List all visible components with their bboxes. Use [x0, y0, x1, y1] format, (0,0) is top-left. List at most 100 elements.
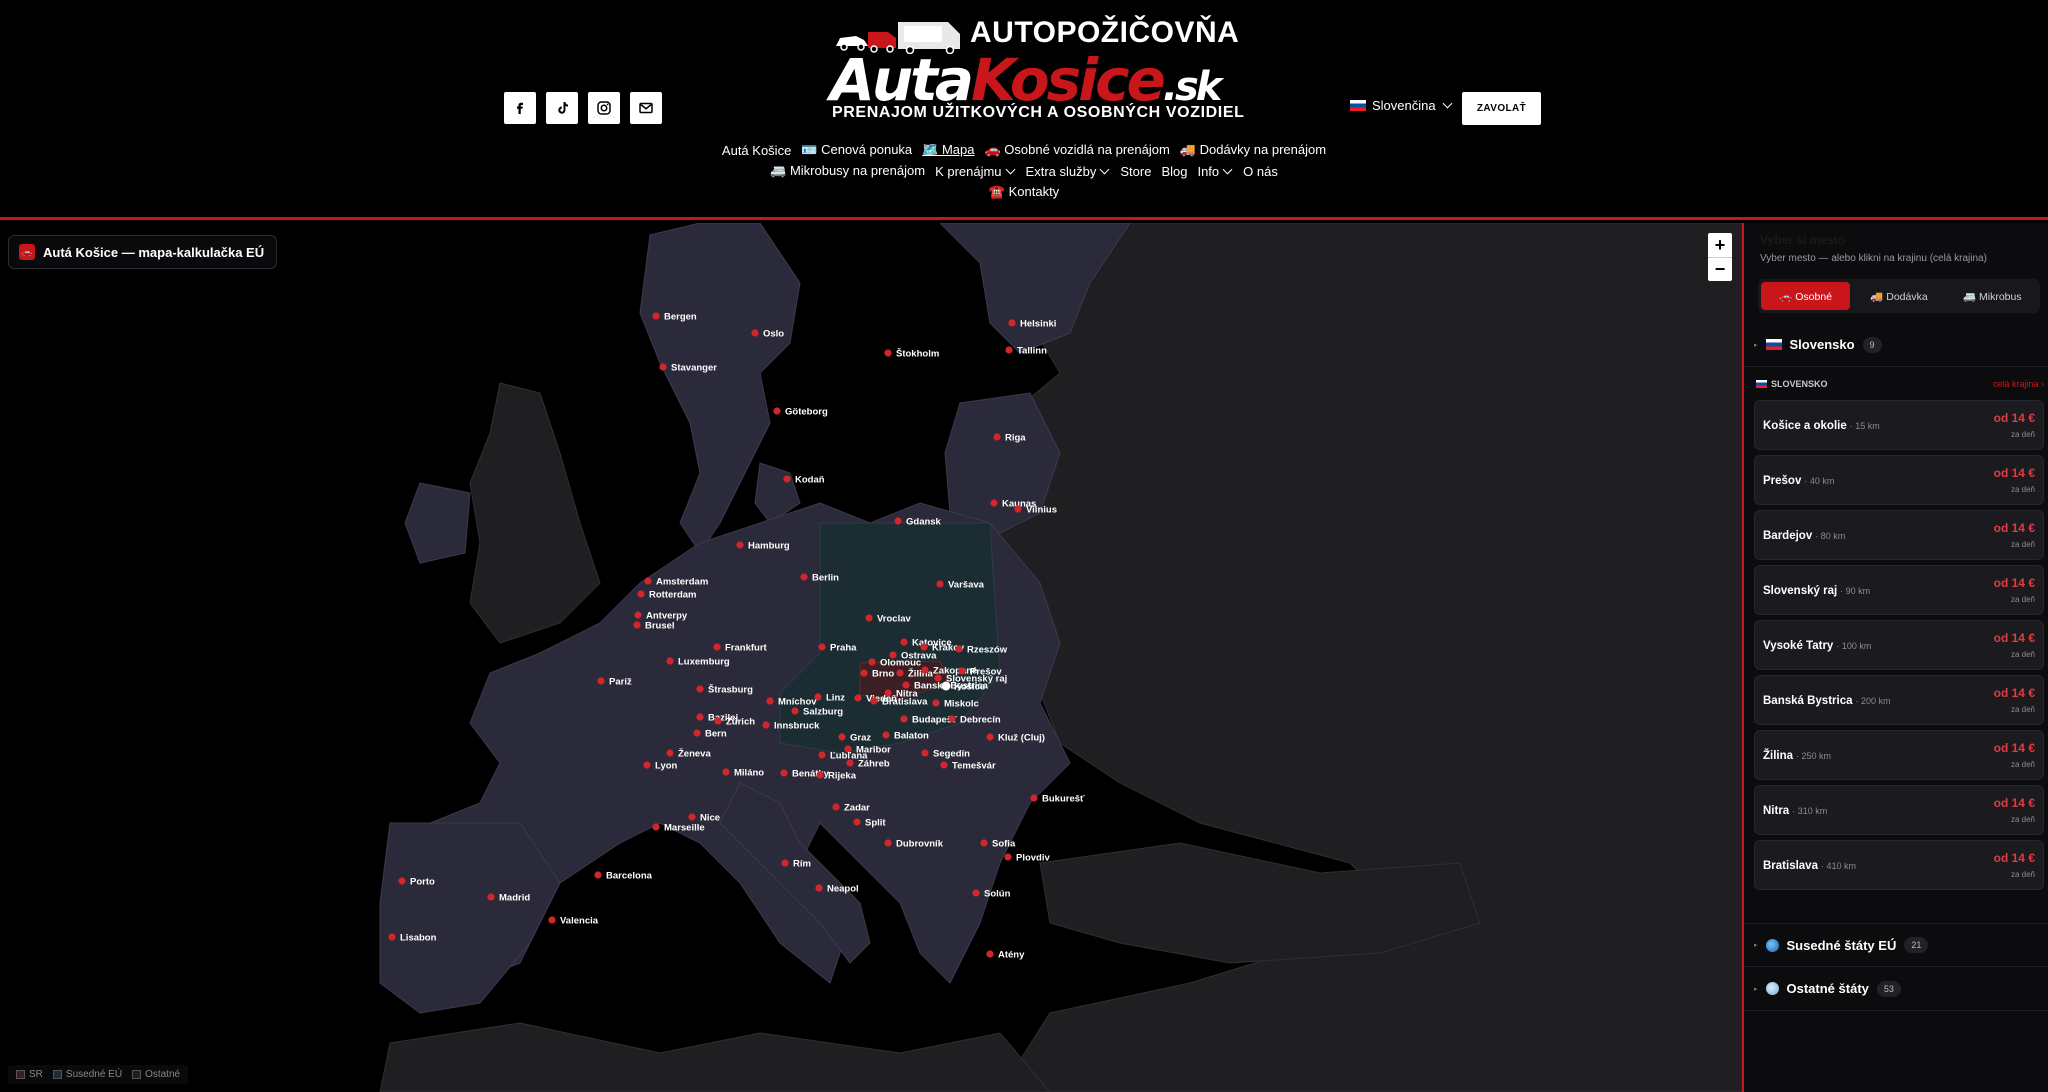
nav-cenova-ponuka[interactable]: 🪪 Cenová ponuka	[801, 142, 912, 158]
city-dot[interactable]	[666, 749, 674, 757]
facebook-icon[interactable]	[504, 92, 536, 124]
city-dot[interactable]	[832, 803, 840, 811]
city-item[interactable]: Bardejov · 80 km od 14 € za deň	[1754, 510, 2044, 560]
city-dot[interactable]	[846, 759, 854, 767]
city-dot[interactable]	[783, 475, 791, 483]
city-dot[interactable]	[1004, 853, 1012, 861]
city-dot[interactable]	[659, 363, 667, 371]
tab-osobne[interactable]: 🚗 Osobné	[1761, 282, 1851, 310]
email-icon[interactable]	[630, 92, 662, 124]
city-dot[interactable]	[884, 349, 892, 357]
city-dot[interactable]	[870, 697, 878, 705]
city-dot[interactable]	[643, 761, 651, 769]
nav-extra-sluzby[interactable]: Extra služby	[1026, 163, 1111, 179]
city-item[interactable]: Banská Bystrica · 200 km od 14 € za deň	[1754, 675, 2044, 725]
city-dot[interactable]	[773, 407, 781, 415]
city-dot[interactable]	[900, 638, 908, 646]
city-dot[interactable]	[818, 751, 826, 759]
city-dot[interactable]	[1030, 794, 1038, 802]
nav-kontakty[interactable]: ☎️ Kontakty	[989, 184, 1059, 200]
city-dot[interactable]	[633, 621, 641, 629]
nav-mapa[interactable]: 🗺️ Mapa	[922, 142, 974, 158]
tiktok-icon[interactable]	[546, 92, 578, 124]
city-item[interactable]: Vysoké Tatry · 100 km od 14 € za deň	[1754, 620, 2044, 670]
city-dot[interactable]	[941, 681, 951, 691]
city-dot[interactable]	[838, 733, 846, 741]
nav-store[interactable]: Store	[1120, 163, 1151, 179]
city-dot[interactable]	[932, 699, 940, 707]
city-item[interactable]: Košice a okolie · 15 km od 14 € za deň	[1754, 400, 2044, 450]
city-dot[interactable]	[854, 694, 862, 702]
nav-blog[interactable]: Blog	[1161, 163, 1187, 179]
city-dot[interactable]	[637, 590, 645, 598]
city-dot[interactable]	[972, 889, 980, 897]
city-item[interactable]: Nitra · 310 km od 14 € za deň	[1754, 785, 2044, 835]
city-dot[interactable]	[487, 893, 495, 901]
city-dot[interactable]	[594, 871, 602, 879]
city-dot[interactable]	[688, 813, 696, 821]
city-dot[interactable]	[986, 950, 994, 958]
city-dot[interactable]	[652, 823, 660, 831]
city-dot[interactable]	[921, 749, 929, 757]
city-dot[interactable]	[714, 717, 722, 725]
city-dot[interactable]	[1008, 319, 1016, 327]
city-dot[interactable]	[634, 611, 642, 619]
language-switcher[interactable]: Slovenčina	[1350, 98, 1453, 113]
city-dot[interactable]	[936, 580, 944, 588]
map-canvas[interactable]: Bergen Oslo Helsinki Štokholm Tallinn Stavang…	[0, 223, 1742, 1092]
city-dot[interactable]	[693, 729, 701, 737]
city-dot[interactable]	[990, 499, 998, 507]
city-dot[interactable]	[894, 517, 902, 525]
city-dot[interactable]	[865, 614, 873, 622]
europe-map[interactable]: Bergen Oslo Helsinki Štokholm Tallinn Stavang…	[0, 223, 1742, 1092]
zoom-in-button[interactable]: +	[1708, 233, 1732, 257]
nav-info[interactable]: Info	[1197, 163, 1233, 179]
city-dot[interactable]	[900, 715, 908, 723]
city-dot[interactable]	[766, 697, 774, 705]
group-susedne-staty[interactable]: ▸ Susedné štáty EÚ 21	[1744, 923, 2048, 967]
city-dot[interactable]	[940, 761, 948, 769]
group-ostatne-staty[interactable]: ▸ Ostatné štáty 53	[1744, 967, 2048, 1011]
city-item[interactable]: Bratislava · 410 km od 14 € za deň	[1754, 840, 2044, 890]
tab-dodavka[interactable]: 🚚 Dodávka	[1854, 282, 1943, 310]
city-dot[interactable]	[993, 433, 1001, 441]
city-dot[interactable]	[800, 573, 808, 581]
city-dot[interactable]	[853, 818, 861, 826]
city-item[interactable]: Slovenský raj · 90 km od 14 € za deň	[1754, 565, 2044, 615]
city-dot[interactable]	[666, 657, 674, 665]
city-dot[interactable]	[818, 643, 826, 651]
city-dot[interactable]	[548, 916, 556, 924]
city-dot[interactable]	[948, 715, 956, 723]
city-dot[interactable]	[696, 713, 704, 721]
call-button[interactable]: ZAVOLAŤ	[1462, 92, 1541, 125]
nav-k-prenajmu[interactable]: K prenájmu	[935, 163, 1015, 179]
site-logo[interactable]: AUTOPOŽIČOVŇA AutaKosice.sk PRENAJOM UŽI…	[830, 14, 1244, 124]
city-dot[interactable]	[884, 839, 892, 847]
city-dot[interactable]	[921, 666, 929, 674]
city-dot[interactable]	[652, 312, 660, 320]
city-dot[interactable]	[762, 721, 770, 729]
nav-o-nas[interactable]: O nás	[1243, 163, 1278, 179]
city-dot[interactable]	[780, 769, 788, 777]
group-slovensko[interactable]: ▸ Slovensko 9	[1744, 323, 2048, 367]
city-dot[interactable]	[644, 577, 652, 585]
nav-osobne-vozidla[interactable]: 🚗 Osobné vozidlá na prenájom	[985, 142, 1170, 158]
city-dot[interactable]	[980, 839, 988, 847]
city-dot[interactable]	[955, 645, 963, 653]
nav-mikrobusy[interactable]: 🚐 Mikrobusy na prenájom	[770, 163, 925, 179]
nav-auta-kosice[interactable]: Autá Košice	[722, 142, 791, 158]
city-dot[interactable]	[791, 707, 799, 715]
city-dot[interactable]	[934, 674, 942, 682]
whole-country-link[interactable]: celá krajina ›	[1993, 379, 2044, 389]
city-dot[interactable]	[896, 669, 904, 677]
city-dot[interactable]	[696, 685, 704, 693]
city-dot[interactable]	[597, 677, 605, 685]
city-dot[interactable]	[868, 658, 876, 666]
city-dot[interactable]	[398, 877, 406, 885]
zoom-out-button[interactable]: −	[1708, 257, 1732, 281]
city-dot[interactable]	[736, 541, 744, 549]
city-dot[interactable]	[751, 329, 759, 337]
instagram-icon[interactable]	[588, 92, 620, 124]
city-dot[interactable]	[713, 643, 721, 651]
nav-dodavky[interactable]: 🚚 Dodávky na prenájom	[1180, 142, 1326, 158]
